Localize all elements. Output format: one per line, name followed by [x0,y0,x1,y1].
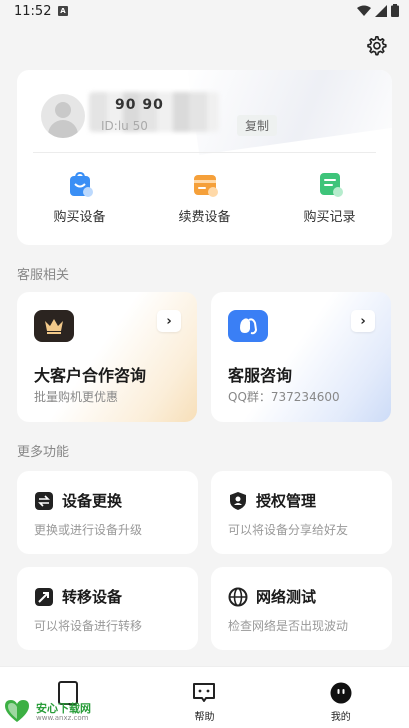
buy-device-label: 购买设备 [53,210,106,225]
network-test-subtitle: 检查网络是否出现波动 [228,619,349,633]
notification-badge-icon: A [58,6,68,16]
quick-actions: 购买设备 续费设备 购买记录 [17,170,392,225]
status-time: 11:52 [14,4,52,19]
authorization-card[interactable]: 授权管理 可以将设备分享给好友 [211,471,392,554]
swap-icon [34,491,54,511]
copy-button[interactable]: 复制 [237,115,278,136]
status-icons [357,4,399,17]
shopping-bag-icon [69,171,93,197]
signal-icon [375,4,387,17]
wifi-icon [357,5,371,16]
gear-icon [367,36,387,56]
help-chat-icon [192,681,216,705]
tab-help[interactable]: 帮助 [136,667,272,728]
enterprise-consult-subtitle: 批量购机更优惠 [34,390,119,404]
customer-service-subtitle: QQ群：737234600 [228,390,340,404]
tab-profile[interactable]: 我的 [273,667,409,728]
device-replace-subtitle: 更换或进行设备升级 [34,523,143,537]
device-id: ID:lu 50 [101,119,148,133]
enterprise-consult-card[interactable]: › 大客户合作咨询 批量购机更优惠 [17,292,197,422]
settings-button[interactable] [362,32,390,60]
chevron-right-icon[interactable]: › [351,310,375,332]
status-bar: 11:52 A [0,0,409,24]
user-name: 90 90 [115,97,164,113]
watermark-logo-icon [5,700,29,722]
transfer-device-subtitle: 可以将设备进行转移 [34,619,143,633]
purchase-record-button[interactable]: 购买记录 [267,170,392,225]
qq-icon [228,310,268,342]
transfer-arrow-icon [34,587,54,607]
watermark-url: www.anxz.com [36,714,89,722]
customer-service-title: 客服咨询 [228,366,293,385]
device-replace-title: 设备更换 [62,492,123,510]
purchase-record-label: 购买记录 [303,210,356,225]
customer-service-card[interactable]: › 客服咨询 QQ群：737234600 [211,292,391,422]
crown-icon [34,310,74,342]
profile-face-icon [329,681,353,705]
battery-icon [391,4,399,17]
device-replace-card[interactable]: 设备更换 更换或进行设备升级 [17,471,198,554]
renew-device-label: 续费设备 [178,210,231,225]
network-test-title: 网络测试 [256,588,317,606]
section-title-more-functions: 更多功能 [17,445,70,460]
watermark: 安心下载网 www.anxz.com [2,698,112,726]
folder-card-icon [193,175,218,197]
chevron-right-icon[interactable]: › [157,310,181,332]
profile-card: 90 90 ID:lu 50 复制 购买设备 续费设备 购买记录 [17,70,392,245]
globe-icon [228,587,248,607]
divider [33,152,376,153]
network-test-card[interactable]: 网络测试 检查网络是否出现波动 [211,567,392,650]
shield-user-icon [228,491,248,511]
transfer-device-title: 转移设备 [62,588,123,606]
renew-device-button[interactable]: 续费设备 [142,170,267,225]
section-title-customer-service: 客服相关 [17,268,70,283]
record-list-icon [319,173,343,197]
tab-profile-label: 我的 [330,712,351,723]
avatar[interactable] [41,94,85,138]
buy-device-button[interactable]: 购买设备 [17,170,142,225]
authorization-subtitle: 可以将设备分享给好友 [228,523,349,537]
authorization-title: 授权管理 [256,492,317,510]
transfer-device-card[interactable]: 转移设备 可以将设备进行转移 [17,567,198,650]
enterprise-consult-title: 大客户合作咨询 [34,366,147,385]
tab-help-label: 帮助 [194,712,215,723]
